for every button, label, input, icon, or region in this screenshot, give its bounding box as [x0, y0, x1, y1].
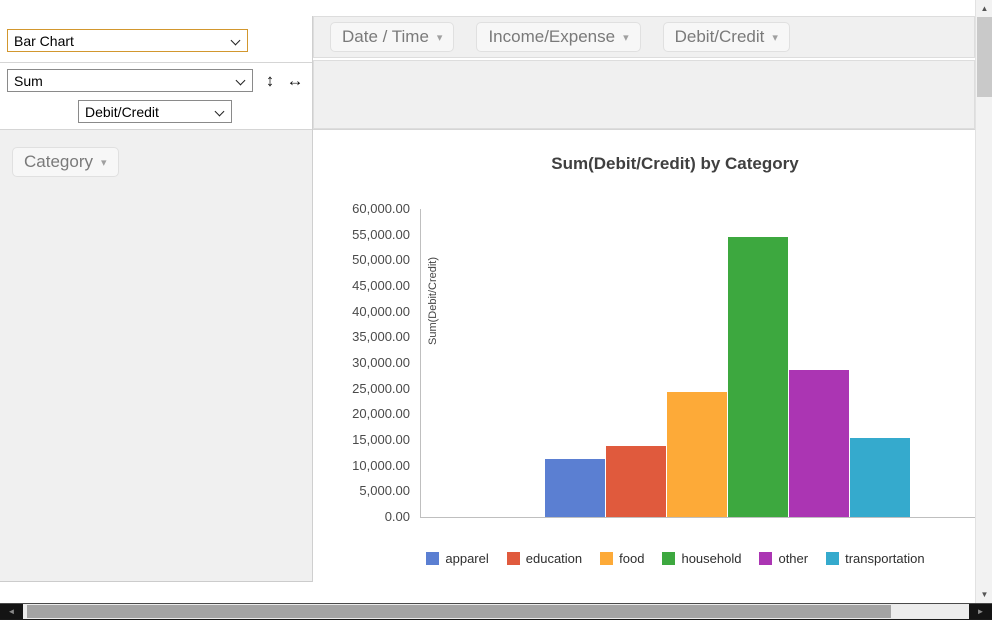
scroll-up-icon[interactable]: ▲ — [976, 0, 992, 17]
y-tick-label: 25,000.00 — [352, 380, 410, 396]
renderer-select-value: Bar Chart — [14, 32, 74, 49]
legend-swatch-icon — [506, 552, 520, 565]
attribute-pill-label: Date / Time — [342, 27, 429, 46]
aggregator-select-value: Sum — [14, 72, 43, 89]
column-attributes-drop-zone[interactable] — [313, 60, 975, 129]
bars-plot-area — [420, 209, 975, 517]
y-tick-label: 35,000.00 — [352, 329, 410, 345]
y-axis-ticks: 0.00 5,000.00 10,000.00 15,000.00 20,000.00 2… — [313, 201, 413, 524]
chevron-down-icon — [214, 106, 225, 117]
aggregator-argument-value: Debit/Credit — [85, 103, 159, 120]
filter-dropdown-caret-icon[interactable]: ▾ — [772, 31, 778, 44]
filter-dropdown-caret-icon[interactable]: ▾ — [437, 31, 443, 44]
bar-other[interactable] — [789, 370, 849, 517]
y-tick-label: 30,000.00 — [352, 355, 410, 370]
y-tick-label: 50,000.00 — [352, 252, 410, 268]
legend-label: household — [681, 551, 742, 566]
scroll-right-icon[interactable]: ► — [969, 604, 992, 619]
scroll-left-icon[interactable]: ◄ — [0, 604, 23, 619]
legend-item-education[interactable]: education — [506, 551, 583, 566]
legend-swatch-icon — [662, 552, 676, 565]
filter-dropdown-caret-icon[interactable]: ▾ — [623, 31, 629, 44]
bar-chart: Sum(Debit/Credit) by Category Sum(Debit/… — [313, 130, 975, 598]
pivot-chart-app: Date / Time ▾ Income/Expense ▾ Debit/Credit ▾… — [0, 0, 992, 620]
legend-item-other[interactable]: other — [759, 551, 808, 566]
bar-household[interactable] — [728, 237, 788, 517]
chevron-down-icon — [230, 35, 241, 46]
renderer-select[interactable]: Bar Chart — [7, 29, 248, 52]
divider-renderer-row — [0, 62, 312, 63]
vertical-scrollbar-thumb[interactable] — [977, 17, 992, 97]
legend-item-household[interactable]: household — [662, 551, 741, 566]
scroll-down-icon[interactable]: ▼ — [976, 586, 992, 603]
legend-swatch-icon — [759, 552, 773, 565]
attribute-pill-label: Debit/Credit — [674, 27, 765, 46]
attribute-pill-income-expense[interactable]: Income/Expense ▾ — [476, 22, 641, 52]
unused-attributes-zone[interactable]: Date / Time ▾ Income/Expense ▾ Debit/Credit ▾ — [313, 16, 975, 58]
y-tick-label: 20,000.00 — [352, 406, 410, 422]
legend-item-apparel[interactable]: apparel — [426, 551, 489, 566]
bar-food[interactable] — [667, 392, 727, 517]
legend-swatch-icon — [826, 552, 840, 565]
attribute-pill-debit-credit[interactable]: Debit/Credit ▾ — [662, 22, 790, 52]
column-order-toggle-icon[interactable]: ↔ — [282, 70, 308, 92]
legend-item-transportation[interactable]: transportation — [826, 551, 925, 566]
attribute-pill-category[interactable]: Category ▾ — [12, 147, 119, 177]
y-tick-label: 55,000.00 — [352, 226, 410, 242]
chart-title: Sum(Debit/Credit) by Category — [551, 154, 799, 173]
y-tick-label: 15,000.00 — [352, 432, 410, 447]
aggregator-select[interactable]: Sum — [7, 69, 253, 92]
legend-label: education — [525, 551, 583, 566]
chevron-down-icon — [235, 75, 246, 86]
attribute-pill-date-time[interactable]: Date / Time ▾ — [330, 22, 455, 52]
legend-label: transportation — [845, 551, 925, 566]
legend-label: food — [619, 551, 645, 566]
horizontal-scrollbar[interactable]: ◄ ► — [0, 603, 992, 620]
y-tick-label: 5,000.00 — [359, 483, 410, 499]
bar-apparel[interactable] — [545, 459, 605, 517]
chart-legend: apparel education food household other transp… — [398, 551, 953, 566]
row-attributes-drop-zone[interactable]: Category ▾ — [0, 130, 312, 582]
bar-education[interactable] — [606, 446, 666, 517]
y-tick-label: 0.00 — [384, 509, 410, 524]
legend-item-food[interactable]: food — [600, 551, 644, 566]
legend-label: apparel — [445, 551, 489, 566]
attribute-pill-label: Category — [24, 152, 93, 171]
vertical-scrollbar[interactable]: ▲ ▼ — [975, 0, 992, 603]
bar-transportation[interactable] — [850, 438, 910, 517]
legend-label: other — [778, 551, 809, 566]
attribute-pill-label: Income/Expense — [488, 27, 616, 46]
y-tick-label: 40,000.00 — [352, 303, 410, 319]
x-axis-line — [420, 517, 975, 518]
y-tick-label: 10,000.00 — [352, 457, 410, 473]
row-order-toggle-icon[interactable]: ↕ — [260, 70, 280, 92]
y-tick-label: 45,000.00 — [352, 278, 410, 293]
legend-swatch-icon — [600, 552, 614, 565]
legend-swatch-icon — [426, 552, 440, 565]
horizontal-scrollbar-thumb[interactable] — [27, 605, 891, 618]
filter-dropdown-caret-icon[interactable]: ▾ — [101, 156, 107, 169]
y-tick-label: 60,000.00 — [352, 201, 410, 216]
aggregator-argument-select[interactable]: Debit/Credit — [78, 100, 232, 123]
